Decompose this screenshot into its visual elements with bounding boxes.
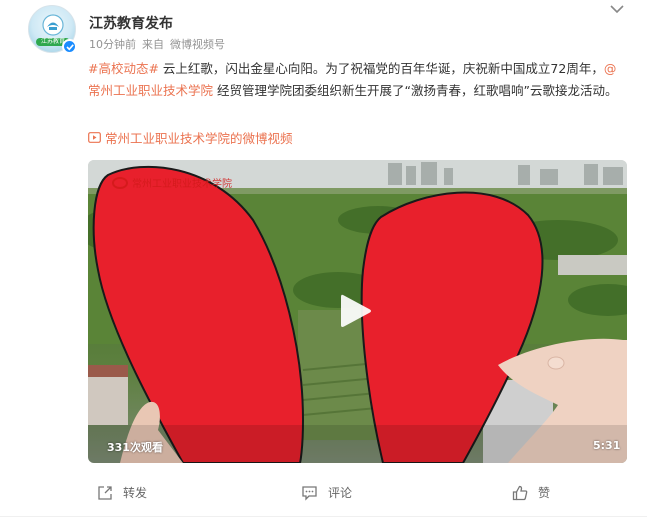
play-icon[interactable] — [340, 293, 372, 329]
source-prefix: 来自 — [142, 38, 164, 51]
comment-label: 评论 — [328, 486, 353, 500]
video-player[interactable]: 常州工业职业技术学院 331次观看 5:31 — [88, 160, 627, 463]
like-icon — [512, 485, 528, 500]
video-link-label: 常州工业职业技术学院的微博视频 — [105, 131, 293, 146]
post-text-part2: 经贸管理学院团委组织新生开展了“激扬青春，红歌唱响”云歌接龙活动。 — [213, 83, 618, 98]
view-count: 331次观看 — [107, 441, 163, 454]
post-meta: 10分钟前 来自 微博视频号 — [89, 36, 231, 52]
like-button[interactable]: 赞 — [512, 484, 550, 501]
video-watermark: 常州工业职业技术学院 — [112, 175, 232, 190]
like-label: 赞 — [538, 486, 551, 500]
video-icon — [88, 132, 101, 143]
video-source-link[interactable]: 常州工业职业技术学院的微博视频 — [88, 128, 293, 147]
action-bar: 转发 评论 赞 — [0, 478, 647, 508]
video-duration: 5:31 — [593, 439, 621, 452]
author-name[interactable]: 江苏教育发布 — [89, 13, 173, 33]
post-time[interactable]: 10分钟前 — [89, 38, 136, 51]
comment-icon — [302, 485, 317, 501]
weibo-post-card: 江苏教育 江苏教育发布 10分钟前 来自 微博视频号 #高校动态# 云上红歌，闪出金… — [0, 0, 647, 523]
hashtag-link[interactable]: #高校动态# — [88, 61, 159, 76]
watermark-text: 常州工业职业技术学院 — [132, 179, 232, 190]
verified-icon — [62, 39, 77, 54]
emblem-icon — [42, 14, 64, 36]
share-label: 转发 — [123, 486, 148, 500]
more-chevron-icon[interactable] — [608, 2, 626, 16]
share-icon — [98, 485, 112, 500]
post-source[interactable]: 微博视频号 — [170, 38, 225, 51]
post-text-part1: 云上红歌，闪出金星心向阳。为了祝福党的百年华诞，庆祝新中国成立72周年， — [158, 61, 604, 76]
share-button[interactable]: 转发 — [97, 484, 147, 501]
comment-button[interactable]: 评论 — [301, 484, 352, 501]
post-text: #高校动态# 云上红歌，闪出金星心向阳。为了祝福党的百年华诞，庆祝新中国成立72… — [88, 58, 628, 102]
watermark-logo-icon — [112, 176, 128, 189]
divider — [0, 516, 647, 517]
